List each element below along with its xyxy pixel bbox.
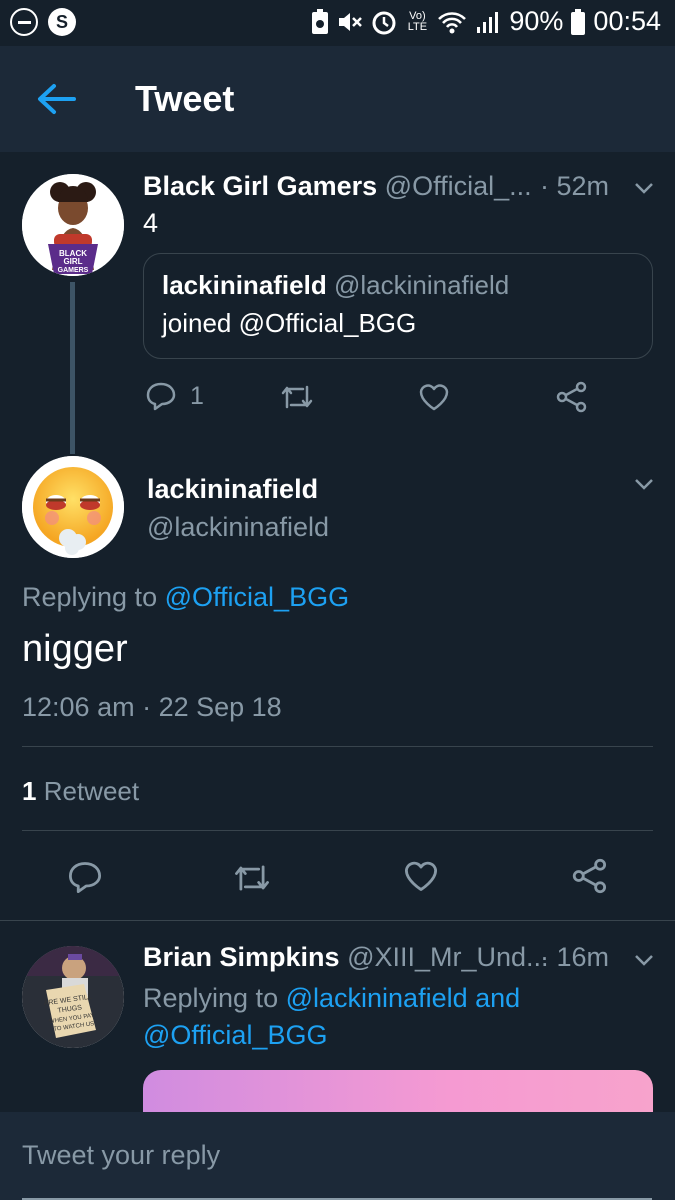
shazam-icon: S <box>48 8 76 36</box>
replying-to-line: Replying to @lackininafield and <box>143 983 520 1014</box>
divider <box>22 830 653 831</box>
battery-percent: 90% <box>509 6 564 36</box>
replying-to-mention[interactable]: @lackininafield and <box>286 983 521 1013</box>
author-name[interactable]: Brian Simpkins <box>143 942 340 972</box>
chevron-down-icon[interactable] <box>634 954 654 966</box>
tweet-text: 4 <box>143 208 159 238</box>
replying-to-mention[interactable]: @Official_BGG <box>143 1020 327 1051</box>
page-title: Tweet <box>135 78 235 119</box>
battery-icon <box>571 8 586 35</box>
retweet-stats[interactable]: 1 Retweet <box>22 776 139 807</box>
tweet-time: · 16m <box>540 942 610 972</box>
svg-text:GIRL: GIRL <box>63 257 82 266</box>
signal-icon <box>477 11 499 33</box>
avatar-black-girl-gamers[interactable]: BLACK GIRL GAMERS <box>22 174 124 276</box>
reply-input[interactable]: Tweet your reply <box>22 1140 652 1200</box>
avatar-lackininafield[interactable] <box>22 456 124 558</box>
retweet-label: Retweet <box>43 776 140 806</box>
share-icon[interactable] <box>572 858 608 894</box>
alarm-icon <box>372 11 396 34</box>
like-icon[interactable] <box>418 383 450 411</box>
tweet-timestamp: 12:06 am · 22 Sep 18 <box>22 692 282 722</box>
do-not-disturb-icon <box>10 8 38 36</box>
quoted-author-name: lackininafield <box>162 270 327 300</box>
reply-count: 1 <box>190 382 204 410</box>
divider <box>22 746 653 747</box>
wifi-icon <box>438 11 467 33</box>
author-handle[interactable]: @lackininafield <box>147 512 329 543</box>
mute-icon <box>339 12 363 31</box>
top-app-bar: Tweet <box>0 46 675 152</box>
tweet-text: nigger <box>22 628 128 670</box>
svg-text:GAMERS: GAMERS <box>58 267 89 274</box>
reply-icon[interactable] <box>67 860 103 894</box>
replying-to-mention[interactable]: @Official_BGG <box>165 582 349 612</box>
author-name[interactable]: lackininafield <box>147 474 318 505</box>
like-icon[interactable] <box>403 860 439 892</box>
author-handle[interactable]: @Official_... <box>385 171 532 201</box>
retweet-icon[interactable] <box>232 862 272 894</box>
black-girl-gamers-logo-icon: BLACK GIRL GAMERS <box>22 174 124 276</box>
quoted-tweet[interactable]: lackininafield @lackininafield joined @O… <box>143 253 653 359</box>
author-name[interactable]: Black Girl Gamers <box>143 171 377 201</box>
author-handle[interactable]: @XIII_Mr_Und... <box>347 942 548 972</box>
retweet-icon[interactable] <box>279 383 315 411</box>
status-bar: S Vo) LTE 90% 00:54 <box>0 0 675 46</box>
share-icon[interactable] <box>556 381 588 413</box>
replying-to-label: Replying to <box>143 983 279 1013</box>
quoted-author-handle: @lackininafield <box>333 270 510 300</box>
reply-tweet-header: Brian Simpkins @XIII_Mr_Und... <box>143 942 549 973</box>
tweet-time: · 52m <box>540 171 610 201</box>
chevron-down-icon[interactable] <box>634 478 654 490</box>
thread-connector-line <box>70 282 75 454</box>
chevron-down-icon[interactable] <box>634 182 654 194</box>
lte-indicator: Vo) LTE <box>407 9 428 33</box>
replying-to-line: Replying to @Official_BGG <box>22 582 349 613</box>
parent-tweet-header: Black Girl Gamers @Official_... <box>143 171 532 202</box>
arrow-left-icon[interactable] <box>36 82 76 116</box>
divider <box>0 920 675 921</box>
retweet-count: 1 <box>22 776 37 806</box>
profile-photo-icon: ARE WE STILL THUGS WHEN YOU PAY TO WATCH… <box>22 946 124 1048</box>
quoted-tweet-text: joined @Official_BGG <box>162 308 417 338</box>
clock: 00:54 <box>593 6 661 36</box>
relieved-face-emoji-icon <box>22 456 124 558</box>
reply-icon[interactable] <box>145 381 177 411</box>
replying-to-label: Replying to <box>22 582 158 612</box>
avatar-brian-simpkins[interactable]: ARE WE STILL THUGS WHEN YOU PAY TO WATCH… <box>22 946 124 1048</box>
reply-composer-bar: Tweet your reply <box>0 1112 675 1200</box>
recycle-icon <box>312 8 329 34</box>
